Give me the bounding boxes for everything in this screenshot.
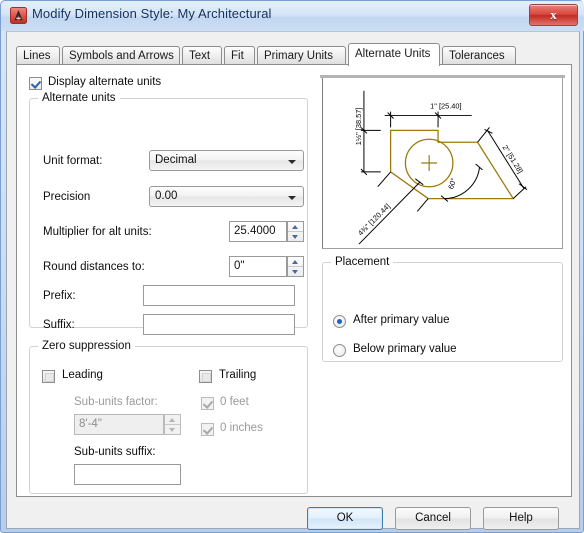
round-distances-label: Round distances to: bbox=[43, 261, 145, 273]
multiplier-spinner[interactable] bbox=[287, 221, 304, 242]
title-bar[interactable]: Modify Dimension Style: My Architectural… bbox=[1, 1, 584, 31]
unit-format-value: Decimal bbox=[155, 154, 197, 166]
tab-page-alternate-units: Display alternate units Alternate units … bbox=[16, 65, 572, 497]
preview-drawing: 1" [25.40] 1½" [38.57] 2" [51.28] 4⅜" [1… bbox=[354, 90, 528, 245]
unit-format-label: Unit format: bbox=[43, 155, 103, 167]
chevron-down-icon bbox=[288, 196, 296, 200]
spinner-down-icon[interactable] bbox=[288, 232, 303, 241]
multiplier-value: 25.4000 bbox=[234, 225, 276, 237]
dialog-client-area: Lines Symbols and Arrows Text Fit Primary Un… bbox=[6, 31, 580, 530]
alternate-units-group-title: Alternate units bbox=[38, 92, 120, 104]
placement-group-title: Placement bbox=[331, 256, 394, 268]
dialog-window: Modify Dimension Style: My Architectural… bbox=[0, 0, 584, 533]
sub-units-factor-label: Sub-units factor: bbox=[74, 396, 158, 408]
tab-text[interactable]: Text bbox=[182, 46, 222, 65]
unit-format-combobox[interactable]: Decimal bbox=[149, 150, 304, 171]
chevron-down-icon bbox=[288, 160, 296, 164]
spinner-down-icon[interactable] bbox=[165, 425, 180, 434]
spinner-down-icon[interactable] bbox=[288, 267, 303, 276]
precision-combobox[interactable]: 0.00 bbox=[149, 186, 304, 207]
tab-label: Primary Units bbox=[264, 50, 334, 62]
tab-alternate-units[interactable]: Alternate Units bbox=[348, 43, 440, 66]
dimension-text-bottom-left: 4⅜" [120.44] bbox=[356, 202, 392, 238]
tab-strip: Lines Symbols and Arrows Text Fit Primary Un… bbox=[16, 43, 572, 66]
prefix-input[interactable] bbox=[143, 285, 295, 306]
suffix-label: Suffix: bbox=[43, 319, 75, 331]
zero-inches-checkbox[interactable] bbox=[201, 423, 214, 436]
zero-feet-label: 0 feet bbox=[220, 396, 249, 408]
window-title: Modify Dimension Style: My Architectural bbox=[32, 6, 272, 21]
spinner-up-icon[interactable] bbox=[288, 257, 303, 267]
placement-label-after-primary: After primary value bbox=[353, 314, 450, 326]
cancel-button[interactable]: Cancel bbox=[395, 507, 471, 530]
dimension-text-left: 1½" [38.57] bbox=[354, 108, 363, 146]
trailing-checkbox[interactable] bbox=[199, 370, 212, 383]
prefix-label: Prefix: bbox=[43, 290, 76, 302]
round-distances-value: 0" bbox=[234, 260, 245, 272]
precision-label: Precision bbox=[43, 191, 91, 203]
placement-radio-after-primary[interactable] bbox=[333, 315, 346, 328]
dimension-text-top: 1" [25.40] bbox=[430, 102, 461, 111]
leading-checkbox[interactable] bbox=[42, 370, 55, 383]
display-alternate-units-label: Display alternate units bbox=[48, 76, 162, 88]
tab-tolerances[interactable]: Tolerances bbox=[442, 46, 516, 65]
spinner-up-icon[interactable] bbox=[288, 222, 303, 232]
round-distances-input[interactable]: 0" bbox=[229, 256, 287, 277]
tab-primary-units[interactable]: Primary Units bbox=[257, 46, 346, 65]
sub-units-factor-spinner[interactable] bbox=[164, 414, 181, 435]
leading-label: Leading bbox=[62, 369, 103, 381]
close-button[interactable]: x bbox=[529, 4, 578, 26]
multiplier-input[interactable]: 25.4000 bbox=[229, 221, 287, 242]
tab-symbols-and-arrows[interactable]: Symbols and Arrows bbox=[62, 46, 180, 65]
display-alternate-units-checkbox[interactable] bbox=[29, 77, 42, 90]
autocad-a-logo-icon bbox=[10, 7, 27, 24]
round-distances-spinner[interactable] bbox=[287, 256, 304, 277]
ok-button[interactable]: OK bbox=[307, 507, 383, 530]
sub-units-factor-value: 8'-4" bbox=[79, 418, 102, 430]
precision-value: 0.00 bbox=[155, 190, 178, 202]
zero-feet-checkbox[interactable] bbox=[201, 397, 214, 410]
tab-label: Lines bbox=[23, 50, 51, 62]
dimension-style-preview: 1" [25.40] 1½" [38.57] 2" [51.28] 4⅜" [1… bbox=[320, 75, 565, 249]
zero-suppression-group-title: Zero suppression bbox=[38, 340, 135, 352]
tab-label: Text bbox=[189, 50, 211, 62]
suffix-input[interactable] bbox=[143, 314, 295, 335]
tab-label: Alternate Units bbox=[355, 48, 431, 60]
tab-fit[interactable]: Fit bbox=[224, 46, 255, 65]
dimension-text-angle: 60° bbox=[446, 177, 458, 190]
trailing-label: Trailing bbox=[219, 369, 257, 381]
tab-label: Symbols and Arrows bbox=[69, 50, 174, 62]
spinner-up-icon[interactable] bbox=[165, 415, 180, 425]
sub-units-suffix-input[interactable] bbox=[74, 464, 181, 485]
multiplier-label: Multiplier for alt units: bbox=[43, 226, 152, 238]
help-button[interactable]: Help bbox=[483, 507, 559, 530]
tab-label: Tolerances bbox=[449, 50, 505, 62]
close-icon: x bbox=[550, 7, 557, 22]
sub-units-suffix-label: Sub-units suffix: bbox=[74, 446, 156, 458]
placement-radio-below-primary[interactable] bbox=[333, 344, 346, 357]
tab-label: Fit bbox=[231, 50, 244, 62]
tab-lines[interactable]: Lines bbox=[16, 46, 60, 65]
placement-label-below-primary: Below primary value bbox=[353, 343, 457, 355]
sub-units-factor-input[interactable]: 8'-4" bbox=[74, 414, 164, 435]
zero-inches-label: 0 inches bbox=[220, 422, 263, 434]
